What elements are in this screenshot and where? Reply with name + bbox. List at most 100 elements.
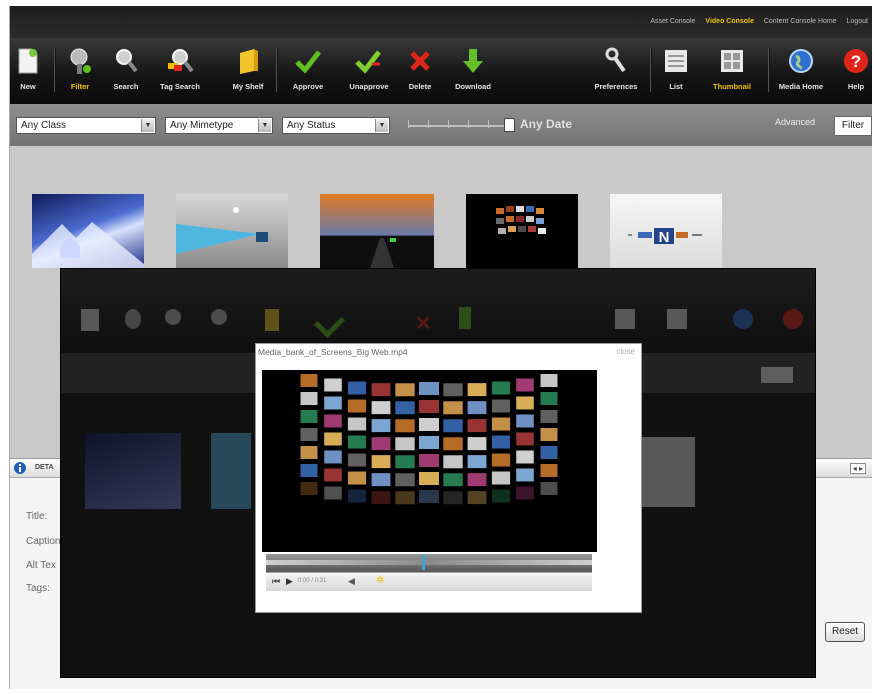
ghost-thumbnail-icon xyxy=(667,309,687,329)
screen-tile xyxy=(467,455,487,469)
modal-title: Media_bank_of_Screens_Big Web.mp4 xyxy=(258,347,408,357)
screen-tile xyxy=(419,454,439,467)
main-toolbar: New Filter Search Tag Search My Shelf Ap… xyxy=(10,38,872,104)
unapprove-button[interactable]: Unapprove xyxy=(340,46,398,91)
thumbnail-view-button[interactable]: Thumbnail xyxy=(702,46,762,91)
screen-tile xyxy=(491,399,511,413)
media-home-label: Media Home xyxy=(778,82,824,91)
tag-search-icon xyxy=(165,46,195,76)
screen-tile xyxy=(443,491,463,505)
screen-tile xyxy=(371,473,391,487)
my-shelf-label: My Shelf xyxy=(232,82,264,91)
info-icon xyxy=(14,462,26,474)
list-view-button[interactable]: List xyxy=(654,46,698,91)
date-slider[interactable] xyxy=(408,118,515,132)
screen-tile xyxy=(443,401,463,415)
approve-button[interactable]: Approve xyxy=(282,46,334,91)
advanced-link[interactable]: Advanced xyxy=(775,117,815,127)
media-thumbnail[interactable] xyxy=(320,194,434,268)
media-thumbnail[interactable] xyxy=(32,194,144,268)
screen-tile xyxy=(491,417,511,431)
screen-tile xyxy=(300,446,318,459)
delete-button[interactable]: Delete xyxy=(395,46,445,91)
search-button[interactable]: Search xyxy=(102,46,150,91)
screen-tile xyxy=(540,392,558,405)
screen-tile xyxy=(395,437,415,451)
screen-tile xyxy=(300,428,318,441)
help-question-icon: ? xyxy=(841,46,871,76)
media-home-button[interactable]: Media Home xyxy=(774,46,828,91)
screen-tile xyxy=(540,410,558,423)
mimetype-select[interactable]: Any Mimetype ▼ xyxy=(165,117,273,134)
ghost-globe-icon xyxy=(733,309,753,329)
top-links: Asset Console Video Console Content Cons… xyxy=(642,18,868,25)
rewind-icon[interactable]: ⏮ xyxy=(272,576,280,587)
screen-tile xyxy=(443,437,463,451)
video-console-link[interactable]: Video Console xyxy=(705,18,754,25)
screen-tile xyxy=(324,378,342,392)
media-thumbnail[interactable]: N xyxy=(610,194,722,268)
new-button[interactable]: New xyxy=(10,46,48,91)
logout-link[interactable]: Logout xyxy=(847,18,868,25)
media-thumbnail[interactable] xyxy=(466,194,578,268)
screen-tile xyxy=(395,473,415,487)
panel-arrows-icon[interactable]: ◂ ▸ xyxy=(849,463,866,474)
slider-tick xyxy=(408,120,409,128)
screen-tile xyxy=(371,455,391,469)
asset-console-link[interactable]: Asset Console xyxy=(650,18,695,25)
preferences-button[interactable]: Preferences xyxy=(584,46,648,91)
top-nav: Asset Console Video Console Content Cons… xyxy=(10,6,872,38)
screen-tile xyxy=(491,471,511,485)
screen-tile xyxy=(491,453,511,467)
ghost-filter-icon xyxy=(125,309,141,329)
close-link[interactable]: close xyxy=(616,347,635,356)
download-arrow-icon xyxy=(458,46,488,76)
screen-tile xyxy=(324,450,342,464)
screen-tile xyxy=(419,400,439,413)
status-select-value: Any Status xyxy=(287,120,336,131)
video-progress-bar[interactable] xyxy=(266,554,592,572)
screen-tile xyxy=(516,396,534,410)
date-filter-value: Any Date xyxy=(520,117,573,131)
settings-gear-icon[interactable]: ✲ xyxy=(376,575,384,586)
snow-scene-image xyxy=(32,222,144,268)
apply-filter-button[interactable]: Filter xyxy=(834,116,872,136)
screen-tile xyxy=(371,437,391,451)
toolbar-divider xyxy=(768,48,770,92)
delete-x-icon xyxy=(405,46,435,76)
screen-tile xyxy=(516,432,534,446)
ghost-toolbar: ✕ xyxy=(61,269,815,353)
play-icon[interactable]: ▶ xyxy=(286,576,293,587)
filter-label: Filter xyxy=(70,82,90,91)
screen-tile xyxy=(540,446,558,459)
screen-tile xyxy=(516,450,534,464)
status-select[interactable]: Any Status ▼ xyxy=(282,117,390,134)
screen-tile xyxy=(347,489,367,503)
screen-tile xyxy=(300,464,318,477)
video-frame[interactable] xyxy=(262,370,597,552)
screen-tile xyxy=(540,428,558,441)
media-thumbnail[interactable] xyxy=(176,194,288,268)
screen-tile xyxy=(540,482,558,495)
filter-icon xyxy=(65,46,95,76)
screen-tile xyxy=(419,472,439,485)
toolbar-divider xyxy=(276,48,278,92)
reset-button[interactable]: Reset xyxy=(825,622,865,642)
screen-tile xyxy=(371,419,391,433)
tag-search-button[interactable]: Tag Search xyxy=(150,46,210,91)
progress-handle[interactable] xyxy=(266,555,426,570)
my-shelf-button[interactable]: My Shelf xyxy=(222,46,274,91)
ghost-check-icon xyxy=(313,306,346,339)
download-button[interactable]: Download xyxy=(444,46,502,91)
volume-icon[interactable]: ◀ xyxy=(348,576,355,587)
date-slider-handle[interactable] xyxy=(504,118,515,132)
help-button[interactable]: ? Help xyxy=(836,46,872,91)
class-select[interactable]: Any Class ▼ xyxy=(16,117,156,134)
download-label: Download xyxy=(455,82,491,91)
screen-tile xyxy=(443,455,463,469)
content-console-home-link[interactable]: Content Console Home xyxy=(764,18,837,25)
wrench-icon xyxy=(601,46,631,76)
chevron-down-icon: ▼ xyxy=(375,119,388,132)
screen-tile xyxy=(395,383,415,397)
filter-button[interactable]: Filter xyxy=(58,46,102,91)
